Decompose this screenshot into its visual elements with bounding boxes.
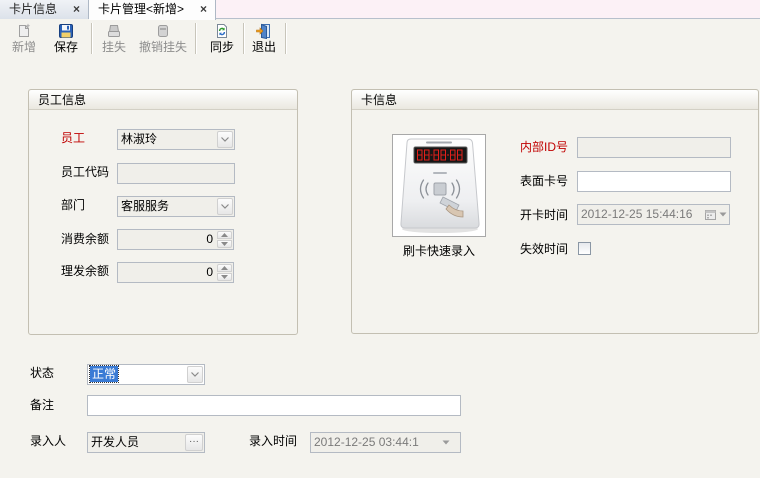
internal-id-field[interactable] bbox=[577, 137, 731, 158]
department-combo[interactable]: 客服服务 bbox=[117, 196, 235, 217]
surface-card-no-input[interactable] bbox=[577, 171, 731, 192]
sync-icon bbox=[214, 23, 230, 39]
save-button-label: 保存 bbox=[53, 40, 78, 54]
internal-id-label: 内部ID号 bbox=[520, 140, 569, 154]
employee-code-field[interactable] bbox=[117, 163, 235, 184]
consume-balance-value: 0 bbox=[206, 232, 213, 246]
status-combo[interactable]: 正常 bbox=[87, 364, 205, 385]
tab-card-management-new[interactable]: 卡片管理<新增> × bbox=[89, 0, 216, 20]
toolbar-separator bbox=[195, 23, 197, 54]
employee-info-title: 员工信息 bbox=[29, 90, 297, 110]
card-reader-caption: 刷卡快速录入 bbox=[402, 244, 475, 258]
surface-card-no-label: 表面卡号 bbox=[520, 174, 569, 188]
new-button-label: 新增 bbox=[11, 40, 36, 54]
department-label: 部门 bbox=[61, 198, 86, 212]
open-time-datepicker[interactable]: 2012-12-25 15:44:16 bbox=[577, 204, 730, 225]
card-management-window: 卡片信息 × 卡片管理<新增> × 新增 保存 挂失 撤销挂失 同步 退出 员工… bbox=[0, 0, 760, 478]
report-loss-button-label: 挂失 bbox=[101, 40, 126, 54]
status-value: 正常 bbox=[88, 365, 120, 383]
chevron-down-icon bbox=[221, 137, 229, 142]
entered-by-browse-button[interactable]: ··· bbox=[185, 434, 203, 451]
entered-by-label: 录入人 bbox=[30, 434, 67, 448]
remark-input[interactable] bbox=[87, 395, 461, 416]
department-dropdown-button[interactable] bbox=[217, 198, 233, 215]
tab-strip: 卡片信息 × 卡片管理<新增> × bbox=[0, 0, 760, 20]
open-time-dropdown-button[interactable] bbox=[719, 212, 727, 217]
entry-time-dropdown-button[interactable] bbox=[442, 440, 450, 445]
card-reader-quick-entry[interactable] bbox=[392, 134, 486, 237]
caret-down-icon bbox=[719, 212, 727, 217]
tab-label: 卡片信息 bbox=[9, 2, 58, 16]
tab-close-icon[interactable]: × bbox=[73, 0, 80, 18]
entry-time-value: 2012-12-25 03:44:1 bbox=[314, 435, 419, 449]
status-dropdown-button[interactable] bbox=[187, 366, 203, 383]
employee-info-group: 员工信息 员工 林淑玲 员工代码 部门 客服服务 消费余额 0 理发余额 0 bbox=[28, 89, 298, 335]
sync-button[interactable]: 同步 bbox=[208, 21, 236, 56]
entered-by-value: 开发人员 bbox=[91, 435, 140, 449]
toolbar-separator bbox=[285, 23, 287, 54]
status-label: 状态 bbox=[30, 366, 55, 380]
new-button[interactable]: 新增 bbox=[10, 21, 38, 56]
tab-card-info[interactable]: 卡片信息 × bbox=[0, 0, 89, 19]
report-loss-button[interactable]: 挂失 bbox=[100, 21, 128, 56]
remark-label: 备注 bbox=[30, 398, 55, 412]
save-icon bbox=[58, 23, 74, 39]
haircut-balance-increment-button[interactable] bbox=[217, 264, 232, 272]
expire-time-label: 失效时间 bbox=[520, 242, 569, 256]
entry-time-label: 录入时间 bbox=[249, 434, 298, 448]
entered-by-field[interactable]: 开发人员 ··· bbox=[87, 432, 205, 453]
toolbar: 新增 保存 挂失 撤销挂失 同步 退出 bbox=[0, 20, 760, 58]
employee-code-label: 员工代码 bbox=[61, 165, 110, 179]
employee-combo[interactable]: 林淑玲 bbox=[117, 129, 235, 150]
expire-time-checkbox[interactable] bbox=[578, 242, 591, 255]
save-button[interactable]: 保存 bbox=[52, 21, 80, 56]
haircut-balance-value: 0 bbox=[206, 265, 213, 279]
arrow-up-icon bbox=[221, 233, 228, 237]
tab-label: 卡片管理<新增> bbox=[98, 2, 185, 16]
haircut-balance-decrement-button[interactable] bbox=[217, 273, 232, 281]
cancel-report-loss-button-label: 撤销挂失 bbox=[138, 40, 187, 54]
department-value: 客服服务 bbox=[121, 199, 170, 213]
caret-down-icon bbox=[442, 440, 450, 445]
consume-balance-spin-buttons bbox=[217, 231, 232, 248]
arrow-down-icon bbox=[221, 242, 228, 246]
report-loss-icon bbox=[106, 23, 122, 39]
employee-value: 林淑玲 bbox=[121, 132, 158, 146]
haircut-balance-spin-buttons bbox=[217, 264, 232, 281]
open-time-value: 2012-12-25 15:44:16 bbox=[581, 207, 693, 221]
tab-close-icon[interactable]: × bbox=[200, 0, 207, 18]
exit-icon bbox=[256, 23, 272, 39]
employee-dropdown-button[interactable] bbox=[217, 131, 233, 148]
card-reader-image bbox=[400, 138, 480, 233]
sync-button-label: 同步 bbox=[209, 40, 234, 54]
card-info-title: 卡信息 bbox=[352, 90, 758, 110]
consume-balance-decrement-button[interactable] bbox=[217, 240, 232, 248]
exit-button-label: 退出 bbox=[251, 40, 276, 54]
consume-balance-label: 消费余额 bbox=[61, 232, 110, 246]
open-time-label: 开卡时间 bbox=[520, 208, 569, 222]
card-info-group: 卡信息 刷卡快速录入 内部ID号 表面卡号 开卡时间 2012-12-25 15… bbox=[351, 89, 759, 334]
consume-balance-increment-button[interactable] bbox=[217, 231, 232, 239]
entry-time-datepicker[interactable]: 2012-12-25 03:44:1 bbox=[310, 432, 461, 453]
chevron-down-icon bbox=[191, 372, 199, 377]
cancel-report-loss-button[interactable]: 撤销挂失 bbox=[137, 21, 189, 56]
toolbar-separator bbox=[243, 23, 245, 54]
employee-label: 员工 bbox=[61, 131, 86, 145]
haircut-balance-spin[interactable]: 0 bbox=[117, 262, 234, 283]
exit-button[interactable]: 退出 bbox=[250, 21, 278, 56]
consume-balance-spin[interactable]: 0 bbox=[117, 229, 234, 250]
arrow-down-icon bbox=[221, 275, 228, 279]
new-record-icon bbox=[16, 23, 32, 39]
cancel-report-loss-icon bbox=[155, 23, 171, 39]
haircut-balance-label: 理发余额 bbox=[61, 264, 110, 278]
chevron-down-icon bbox=[221, 204, 229, 209]
arrow-up-icon bbox=[221, 266, 228, 270]
toolbar-separator bbox=[91, 23, 93, 54]
calendar-icon[interactable] bbox=[705, 209, 716, 220]
